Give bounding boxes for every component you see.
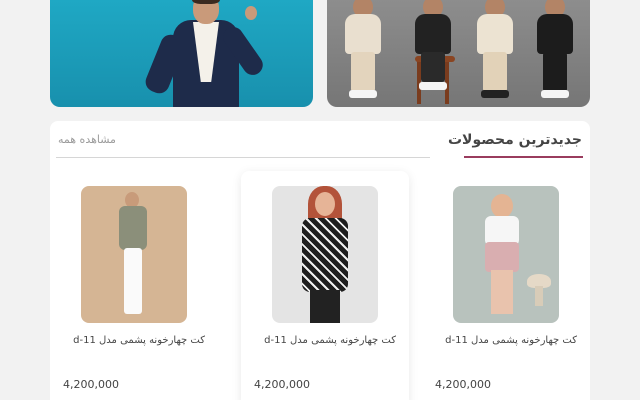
header-divider [56,157,430,158]
product-name[interactable]: کت چهارخونه پشمی مدل d-11 [445,335,577,346]
product-card[interactable]: کت چهارخونه پشمی مدل d-11 4,200,000 [241,171,409,400]
product-name[interactable]: کت چهارخونه پشمی مدل d-11 [264,335,396,346]
product-image[interactable] [453,186,559,323]
product-price: 4,200,000 [63,378,119,391]
product-card[interactable]: کت چهارخونه پشمی مدل d-11 4,200,000 [422,171,590,400]
kid-model-image [475,0,515,100]
men-banner[interactable] [50,0,313,107]
view-all-link[interactable]: مشاهده همه [58,133,116,146]
title-underline [464,156,583,158]
product-image[interactable] [272,186,378,323]
kid-model-image [413,0,453,100]
product-card[interactable]: کت چهارخونه پشمی مدل d-11 4,200,000 [50,171,218,400]
product-image[interactable] [81,186,187,323]
newest-products-section: جدیدترین محصولات مشاهده همه کت چهارخونه … [50,121,590,400]
product-price: 4,200,000 [254,378,310,391]
man-model-image [142,0,267,107]
product-price: 4,200,000 [435,378,491,391]
kid-model-image [343,0,383,100]
kid-model-image [535,0,575,100]
section-title: جدیدترین محصولات [447,132,582,148]
kids-banner[interactable] [327,0,590,107]
product-name[interactable]: کت چهارخونه پشمی مدل d-11 [73,335,205,346]
